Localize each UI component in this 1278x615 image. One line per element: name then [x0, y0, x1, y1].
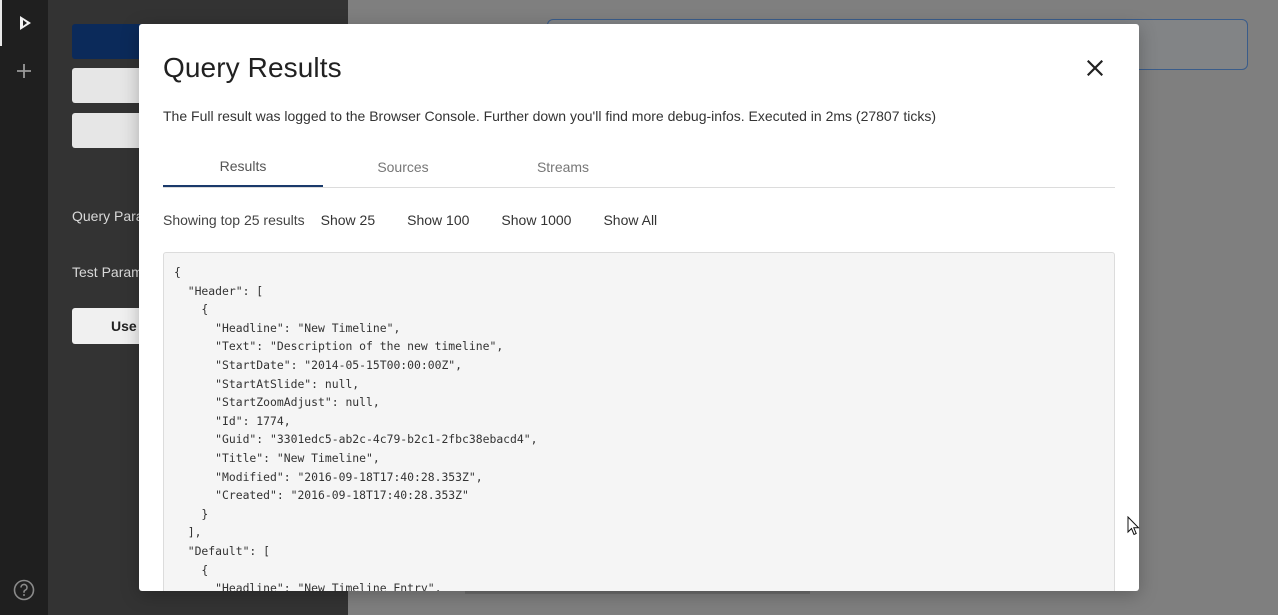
tab-sources[interactable]: Sources [323, 146, 483, 187]
query-params-label: Query Para [72, 208, 144, 224]
mouse-cursor-icon [1127, 516, 1140, 536]
main-divider [465, 591, 810, 594]
show-25-button[interactable]: Show 25 [321, 212, 375, 228]
results-tabs: Results Sources Streams [163, 146, 1115, 188]
dialog-title: Query Results [163, 52, 342, 83]
close-icon [1087, 60, 1103, 76]
show-1000-button[interactable]: Show 1000 [501, 212, 571, 228]
show-100-button[interactable]: Show 100 [407, 212, 469, 228]
play-icon [20, 16, 31, 30]
test-params-label: Test Param [72, 264, 143, 280]
query-results-dialog: Query Results The Full result was logged… [139, 24, 1139, 591]
tab-results[interactable]: Results [163, 146, 323, 187]
tab-streams[interactable]: Streams [483, 146, 643, 187]
close-button[interactable] [1081, 54, 1109, 82]
plus-icon [17, 64, 31, 78]
dialog-description: The Full result was logged to the Browse… [163, 108, 937, 124]
rail-run-button[interactable] [0, 0, 48, 46]
help-icon [13, 579, 35, 601]
rail-add-button[interactable] [0, 48, 48, 94]
show-all-button[interactable]: Show All [603, 212, 657, 228]
result-json-viewer[interactable]: { "Header": [ { "Headline": "New Timelin… [163, 252, 1115, 591]
result-json-text: { "Header": [ { "Headline": "New Timelin… [174, 265, 538, 591]
showing-count-text: Showing top 25 results [163, 212, 305, 228]
rail-help-button[interactable] [0, 567, 48, 613]
result-limit-bar: Showing top 25 results Show 25 Show 100 … [163, 210, 689, 230]
icon-rail [0, 0, 48, 615]
